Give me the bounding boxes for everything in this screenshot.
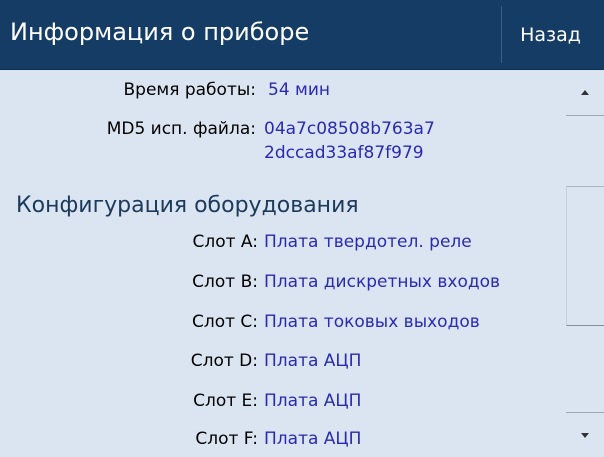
chevron-up-icon [581, 89, 589, 95]
slot-d-value: Плата АЦП [264, 351, 362, 371]
md5-value-line-2: 2dccad33af87f979 [264, 143, 424, 163]
uptime-label: Время работы: [123, 80, 256, 100]
slot-c-label: Слот C: [191, 312, 258, 332]
slot-d-label: Слот D: [190, 351, 258, 371]
md5-value-line-1: 04a7c08508b763a7 [264, 119, 435, 139]
slot-a-label: Слот A: [192, 232, 258, 252]
slot-b-label: Слот B: [192, 272, 258, 292]
device-info-screen: Информация о приборе Назад Время работы:… [0, 0, 604, 457]
slot-e-label: Слот E: [193, 391, 258, 411]
hardware-config-heading: Конфигурация оборудования [16, 193, 359, 218]
info-content: Время работы: 54 мин MD5 исп. файла: 04a… [0, 70, 566, 457]
slot-f-label: Слот F: [195, 429, 258, 449]
uptime-value: 54 мин [268, 80, 331, 100]
vertical-scrollbar[interactable] [566, 70, 604, 457]
scrollbar-thumb[interactable] [566, 186, 604, 326]
slot-f-value: Плата АЦП [264, 429, 362, 449]
slot-a-value: Плата твердотел. реле [264, 232, 472, 252]
slot-c-value: Плата токовых выходов [264, 312, 480, 332]
slot-e-value: Плата АЦП [264, 391, 362, 411]
md5-label: MD5 исп. файла: [106, 119, 256, 139]
title-bar: Информация о приборе Назад [0, 0, 604, 70]
scroll-down-button[interactable] [566, 413, 604, 457]
back-button[interactable]: Назад [501, 6, 599, 63]
page-title: Информация о приборе [10, 18, 310, 46]
scrollbar-divider [566, 115, 604, 116]
slot-b-value: Плата дискретных входов [264, 272, 501, 292]
chevron-down-icon [581, 432, 589, 438]
scroll-up-button[interactable] [566, 70, 604, 114]
